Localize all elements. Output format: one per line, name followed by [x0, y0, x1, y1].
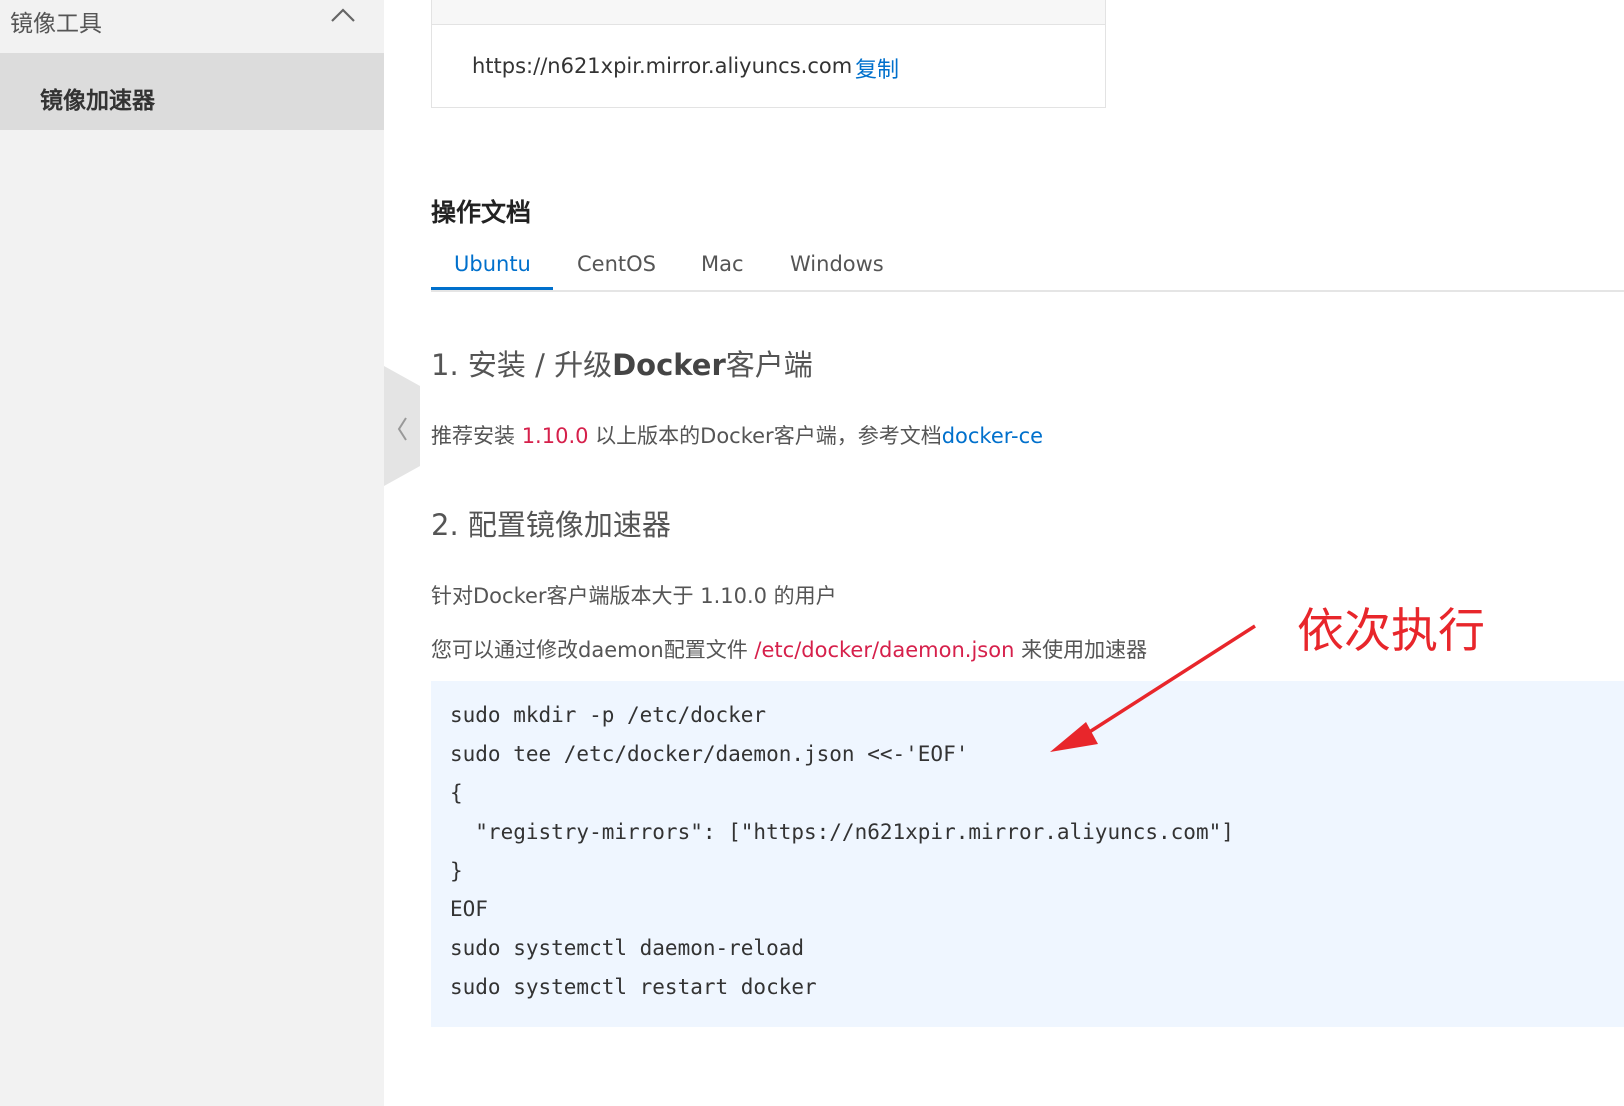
mirror-url: https://n621xpir.mirror.aliyuncs.com — [472, 54, 853, 78]
step2-line2-prefix: 您可以通过修改daemon配置文件 — [431, 638, 755, 662]
tab-windows[interactable]: Windows — [790, 252, 884, 276]
sidebar-collapse-handle[interactable] — [384, 366, 420, 486]
sidebar-group-title: 镜像工具 — [10, 11, 102, 37]
tab-mac[interactable]: Mac — [701, 252, 744, 276]
step1-heading: 1. 安装 / 升级Docker客户端 — [431, 342, 813, 384]
code-line: sudo systemctl restart docker — [450, 975, 817, 999]
annotation-arrow-icon — [1050, 624, 1256, 752]
tab-ubuntu[interactable]: Ubuntu — [454, 252, 531, 276]
sidebar-item-mirror-accelerator[interactable]: 镜像加速器 — [0, 53, 384, 130]
code-line: sudo tee /etc/docker/daemon.json <<-'EOF… — [450, 742, 969, 766]
sidebar-item-label: 镜像加速器 — [40, 88, 155, 114]
step1-heading-prefix: 1. 安装 / 升级 — [431, 348, 613, 382]
docs-title: 操作文档 — [431, 198, 532, 227]
active-tab-indicator — [431, 287, 553, 290]
step1-text-middle: 以上版本的Docker客户端，参考文档 — [588, 424, 942, 448]
code-line: "registry-mirrors": ["https://n621xpir.m… — [450, 820, 1234, 844]
copy-button[interactable]: 复制 — [855, 52, 899, 84]
tab-centos[interactable]: CentOS — [577, 252, 656, 276]
url-box-header — [432, 0, 1105, 25]
step1-text: 推荐安装 1.10.0 以上版本的Docker客户端，参考文档docker-ce — [431, 420, 1043, 450]
code-line: } — [450, 859, 463, 883]
chevron-up-icon[interactable] — [330, 4, 356, 26]
sidebar: 镜像工具 镜像加速器 — [0, 0, 384, 1106]
docker-ce-link[interactable]: docker-ce — [942, 424, 1043, 448]
os-tabs: Ubuntu CentOS Mac Windows — [431, 244, 1624, 292]
daemon-json-path: /etc/docker/daemon.json — [754, 638, 1015, 662]
step1-heading-bold: Docker — [612, 348, 726, 382]
code-line: { — [450, 781, 463, 805]
code-line: sudo mkdir -p /etc/docker — [450, 703, 767, 727]
code-line: sudo systemctl daemon-reload — [450, 936, 805, 960]
step1-heading-suffix: 客户端 — [725, 348, 813, 382]
code-block[interactable]: sudo mkdir -p /etc/docker sudo tee /etc/… — [431, 681, 1624, 1027]
step2-heading: 2. 配置镜像加速器 — [431, 508, 671, 542]
recommended-version: 1.10.0 — [521, 424, 589, 448]
step2-line1: 针对Docker客户端版本大于 1.10.0 的用户 — [431, 584, 837, 608]
step1-text-prefix: 推荐安装 — [431, 424, 522, 448]
mirror-url-box: https://n621xpir.mirror.aliyuncs.com 复制 — [431, 0, 1106, 108]
code-line: EOF — [450, 897, 488, 921]
sidebar-group-header[interactable]: 镜像工具 — [0, 0, 384, 53]
annotation-label: 依次执行 — [1297, 604, 1485, 659]
